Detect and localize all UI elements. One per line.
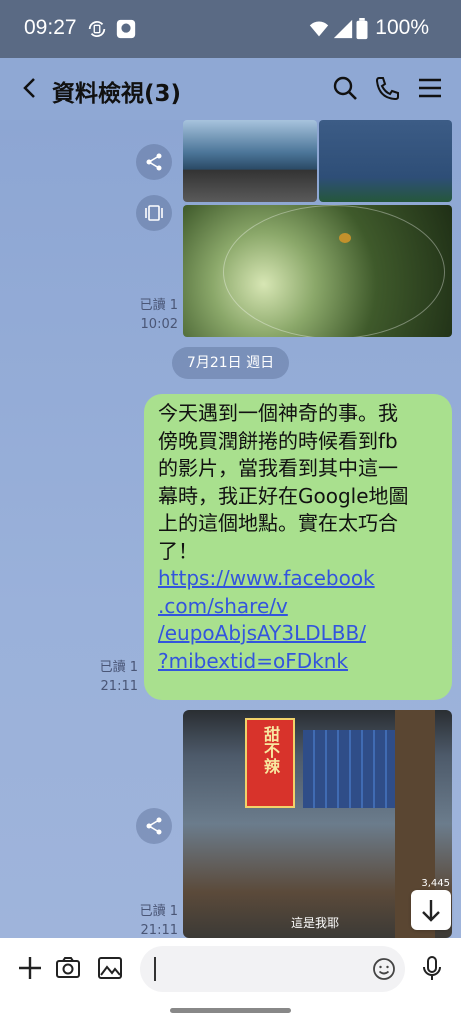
read-receipt: 已讀 1 21:11 [80, 658, 138, 696]
message-line: 傍晚買潤餅捲的時候看到fb [158, 428, 398, 453]
shop-sign: 甜不辣 [245, 718, 295, 808]
date-separator: 7月21日 週日 [172, 347, 289, 379]
message-line: 上的這個地點。實在太巧合 [158, 511, 398, 535]
spider-web-shape [223, 205, 445, 337]
album-icon [145, 205, 163, 221]
message-link[interactable]: ?mibextid=oFDknk [158, 648, 444, 676]
arrow-down-icon [422, 900, 440, 922]
rotate-icon [88, 21, 106, 37]
message-text[interactable]: 今天遇到一個神奇的事。我 傍晚買潤餅捲的時候看到fb 的影片，當我看到其中這一 … [158, 400, 444, 675]
share-icon [146, 153, 162, 171]
message-link[interactable]: /eupoAbjsAY3LDLBB/ [158, 620, 444, 648]
video-caption: 這是我耶 [291, 916, 340, 930]
chat-header: 資料檢視(3) [0, 58, 461, 120]
read-receipt: 已讀 1 10:02 [120, 296, 178, 334]
home-indicator[interactable] [170, 1008, 291, 1013]
view-count: 3,445 [421, 878, 450, 889]
read-receipt: 已讀 1 21:11 [120, 902, 178, 938]
wifi-icon [309, 21, 329, 37]
message-line: 了！ [158, 538, 198, 563]
plus-icon[interactable] [16, 954, 44, 982]
share-button[interactable] [136, 808, 172, 844]
spider-shape [339, 233, 351, 243]
photo-thumbnail[interactable] [183, 120, 317, 202]
message-line: 的影片，當我看到其中這一 [158, 456, 398, 480]
read-label: 已讀 1 [139, 904, 178, 919]
battery-percent: 100% [375, 16, 429, 39]
microphone-icon[interactable] [418, 954, 446, 982]
input-bar [0, 938, 461, 1024]
message-line: 今天遇到一個神奇的事。我 [158, 401, 398, 425]
read-label: 已讀 1 [139, 298, 178, 313]
signal-icon [333, 19, 353, 39]
message-time: 10:02 [140, 317, 178, 332]
read-label: 已讀 1 [99, 660, 138, 675]
shop-sign-text: 甜不辣 [261, 726, 280, 774]
message-time: 21:11 [100, 679, 138, 694]
photo-thumbnail[interactable] [183, 205, 452, 337]
shop-shutter [303, 730, 403, 808]
hamburger-menu-icon[interactable] [416, 74, 444, 102]
message-line: 幕時，我正好在Google地圖 [158, 483, 409, 508]
status-bar: 09:27 100% [0, 0, 461, 58]
phone-icon[interactable] [373, 74, 401, 102]
camera-icon[interactable] [54, 954, 82, 982]
scroll-down-button[interactable] [411, 890, 451, 930]
status-time: 09:27 [24, 16, 77, 39]
battery-icon [356, 18, 368, 40]
photo-thumbnail[interactable] [319, 120, 452, 202]
chevron-left-icon[interactable] [16, 74, 44, 102]
text-cursor [154, 957, 156, 981]
emoji-icon[interactable] [372, 957, 396, 981]
notification-app-icon [116, 19, 136, 39]
message-link[interactable]: .com/share/v [158, 593, 444, 621]
chat-area[interactable]: 已讀 1 10:02 7月21日 週日 今天遇到一個神奇的事。我 傍晚買潤餅捲的… [0, 120, 461, 938]
image-icon[interactable] [96, 954, 124, 982]
chat-title: 資料檢視(3) [52, 81, 182, 107]
share-button[interactable] [136, 144, 172, 180]
search-icon[interactable] [331, 74, 359, 102]
share-icon [146, 817, 162, 835]
message-time: 21:11 [140, 923, 178, 938]
album-button[interactable] [136, 195, 172, 231]
message-input[interactable] [140, 946, 405, 992]
message-link[interactable]: https://www.facebook [158, 565, 444, 593]
